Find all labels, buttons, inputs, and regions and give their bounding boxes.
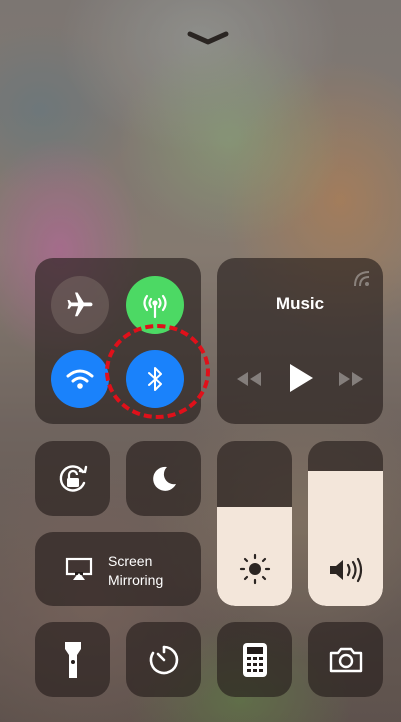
airplay-icon	[65, 557, 93, 580]
speaker-icon	[330, 557, 363, 583]
flashlight-icon	[64, 641, 81, 678]
rewind-icon[interactable]	[235, 370, 263, 388]
screen-mirroring-button[interactable]: Screen Mirroring	[35, 532, 201, 606]
screen-mirroring-label-line1: Screen	[108, 553, 153, 569]
brightness-slider[interactable]	[217, 441, 292, 606]
moon-icon	[152, 466, 176, 491]
wifi-icon	[66, 369, 94, 389]
camera-button[interactable]	[308, 622, 383, 697]
do-not-disturb-button[interactable]	[126, 441, 201, 516]
bluetooth-icon	[148, 367, 162, 391]
camera-icon	[329, 647, 362, 672]
screen-mirroring-label-line2: Mirroring	[108, 572, 164, 588]
chevron-down-icon[interactable]	[186, 28, 230, 48]
orientation-lock-button[interactable]	[35, 441, 110, 516]
rotation-lock-icon	[59, 464, 87, 492]
bluetooth-button[interactable]	[126, 350, 184, 408]
play-icon[interactable]	[287, 362, 315, 394]
wifi-button[interactable]	[51, 350, 109, 408]
volume-slider[interactable]	[308, 441, 383, 606]
fast-forward-icon[interactable]	[337, 370, 365, 388]
timer-icon	[149, 645, 178, 674]
sun-icon	[239, 553, 271, 585]
calculator-button[interactable]	[217, 622, 292, 697]
timer-button[interactable]	[126, 622, 201, 697]
airplay-audio-icon[interactable]	[353, 270, 371, 288]
cellular-data-button[interactable]	[126, 276, 184, 334]
airplane-icon	[67, 292, 93, 317]
cellular-antenna-icon	[143, 294, 167, 319]
flashlight-button[interactable]	[35, 622, 110, 697]
airplane-mode-button[interactable]	[51, 276, 109, 334]
screen-mirroring-label: Screen Mirroring	[108, 552, 163, 590]
calculator-icon	[242, 642, 267, 677]
music-title: Music	[275, 294, 325, 313]
music-panel[interactable]: Music	[217, 258, 383, 424]
volume-level	[308, 470, 383, 606]
connectivity-panel	[35, 258, 201, 424]
